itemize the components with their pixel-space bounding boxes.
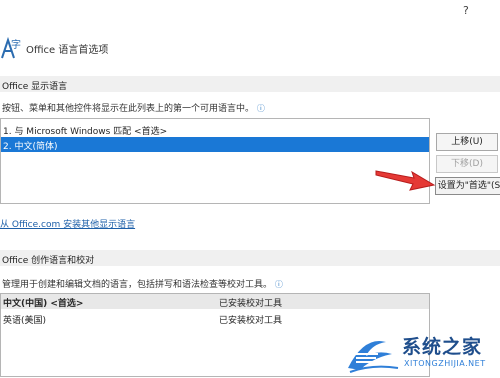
display-language-list[interactable]: 1. 与 Microsoft Windows 匹配 <首选> 2. 中文(简体) [0,118,430,204]
display-language-heading: Office 显示语言 [0,76,500,92]
language-preferences-icon: 字 [0,34,22,60]
list-item-label: 1. 与 Microsoft Windows 匹配 <首选> [3,127,168,137]
watermark-name: 系统之家 [402,336,483,358]
move-up-button[interactable]: 上移(U) [436,133,498,151]
watermark-logo: 系统之家 XITONGZHIJIA.NET [342,328,500,375]
display-description-text: 按钮、菜单和其他控件将显示在此列表上的第一个可用语言中。 [2,104,255,114]
info-icon[interactable]: ⓘ [257,104,265,113]
list-item-label: 2. 中文(简体) [3,142,58,152]
watermark-url: XITONGZHIJIA.NET [404,359,486,368]
display-language-description: 按钮、菜单和其他控件将显示在此列表上的第一个可用语言中。 ⓘ [2,101,265,114]
authoring-description: 管理用于创建和编辑文档的语言，包括拼写和语法检查等校对工具。 ⓘ [2,277,283,290]
authoring-heading-text: Office 创作语言和校对 [2,256,95,266]
list-item[interactable]: 1. 与 Microsoft Windows 匹配 <首选> [1,122,429,137]
help-button[interactable]: ? [463,4,469,17]
info-icon[interactable]: ⓘ [275,280,283,289]
table-row[interactable]: 中文(中国) <首选> 已安装校对工具 [1,294,429,309]
authoring-language-heading: Office 创作语言和校对 [0,250,500,266]
install-display-languages-link[interactable]: 从 Office.com 安装其他显示语言 [0,217,135,230]
move-down-button[interactable]: 下移(D) [436,155,498,173]
display-language-heading-text: Office 显示语言 [2,82,68,92]
authoring-description-text: 管理用于创建和编辑文档的语言，包括拼写和语法检查等校对工具。 [2,280,273,290]
table-cell: 英语(美国) [3,316,47,326]
set-preferred-button[interactable]: 设置为"首选"(S [435,177,500,195]
link-text: 从 Office.com 安装其他显示语言 [0,220,136,230]
table-cell: 已安装校对工具 [219,299,283,309]
page-title: Office 语言首选项 [26,45,109,56]
svg-text:字: 字 [11,38,21,51]
red-arrow-icon [374,166,436,194]
table-cell: 中文(中国) <首选> [3,299,84,309]
table-row[interactable]: 英语(美国) 已安装校对工具 [1,311,429,326]
table-cell: 已安装校对工具 [219,316,283,326]
list-item[interactable]: 2. 中文(简体) [1,137,429,152]
